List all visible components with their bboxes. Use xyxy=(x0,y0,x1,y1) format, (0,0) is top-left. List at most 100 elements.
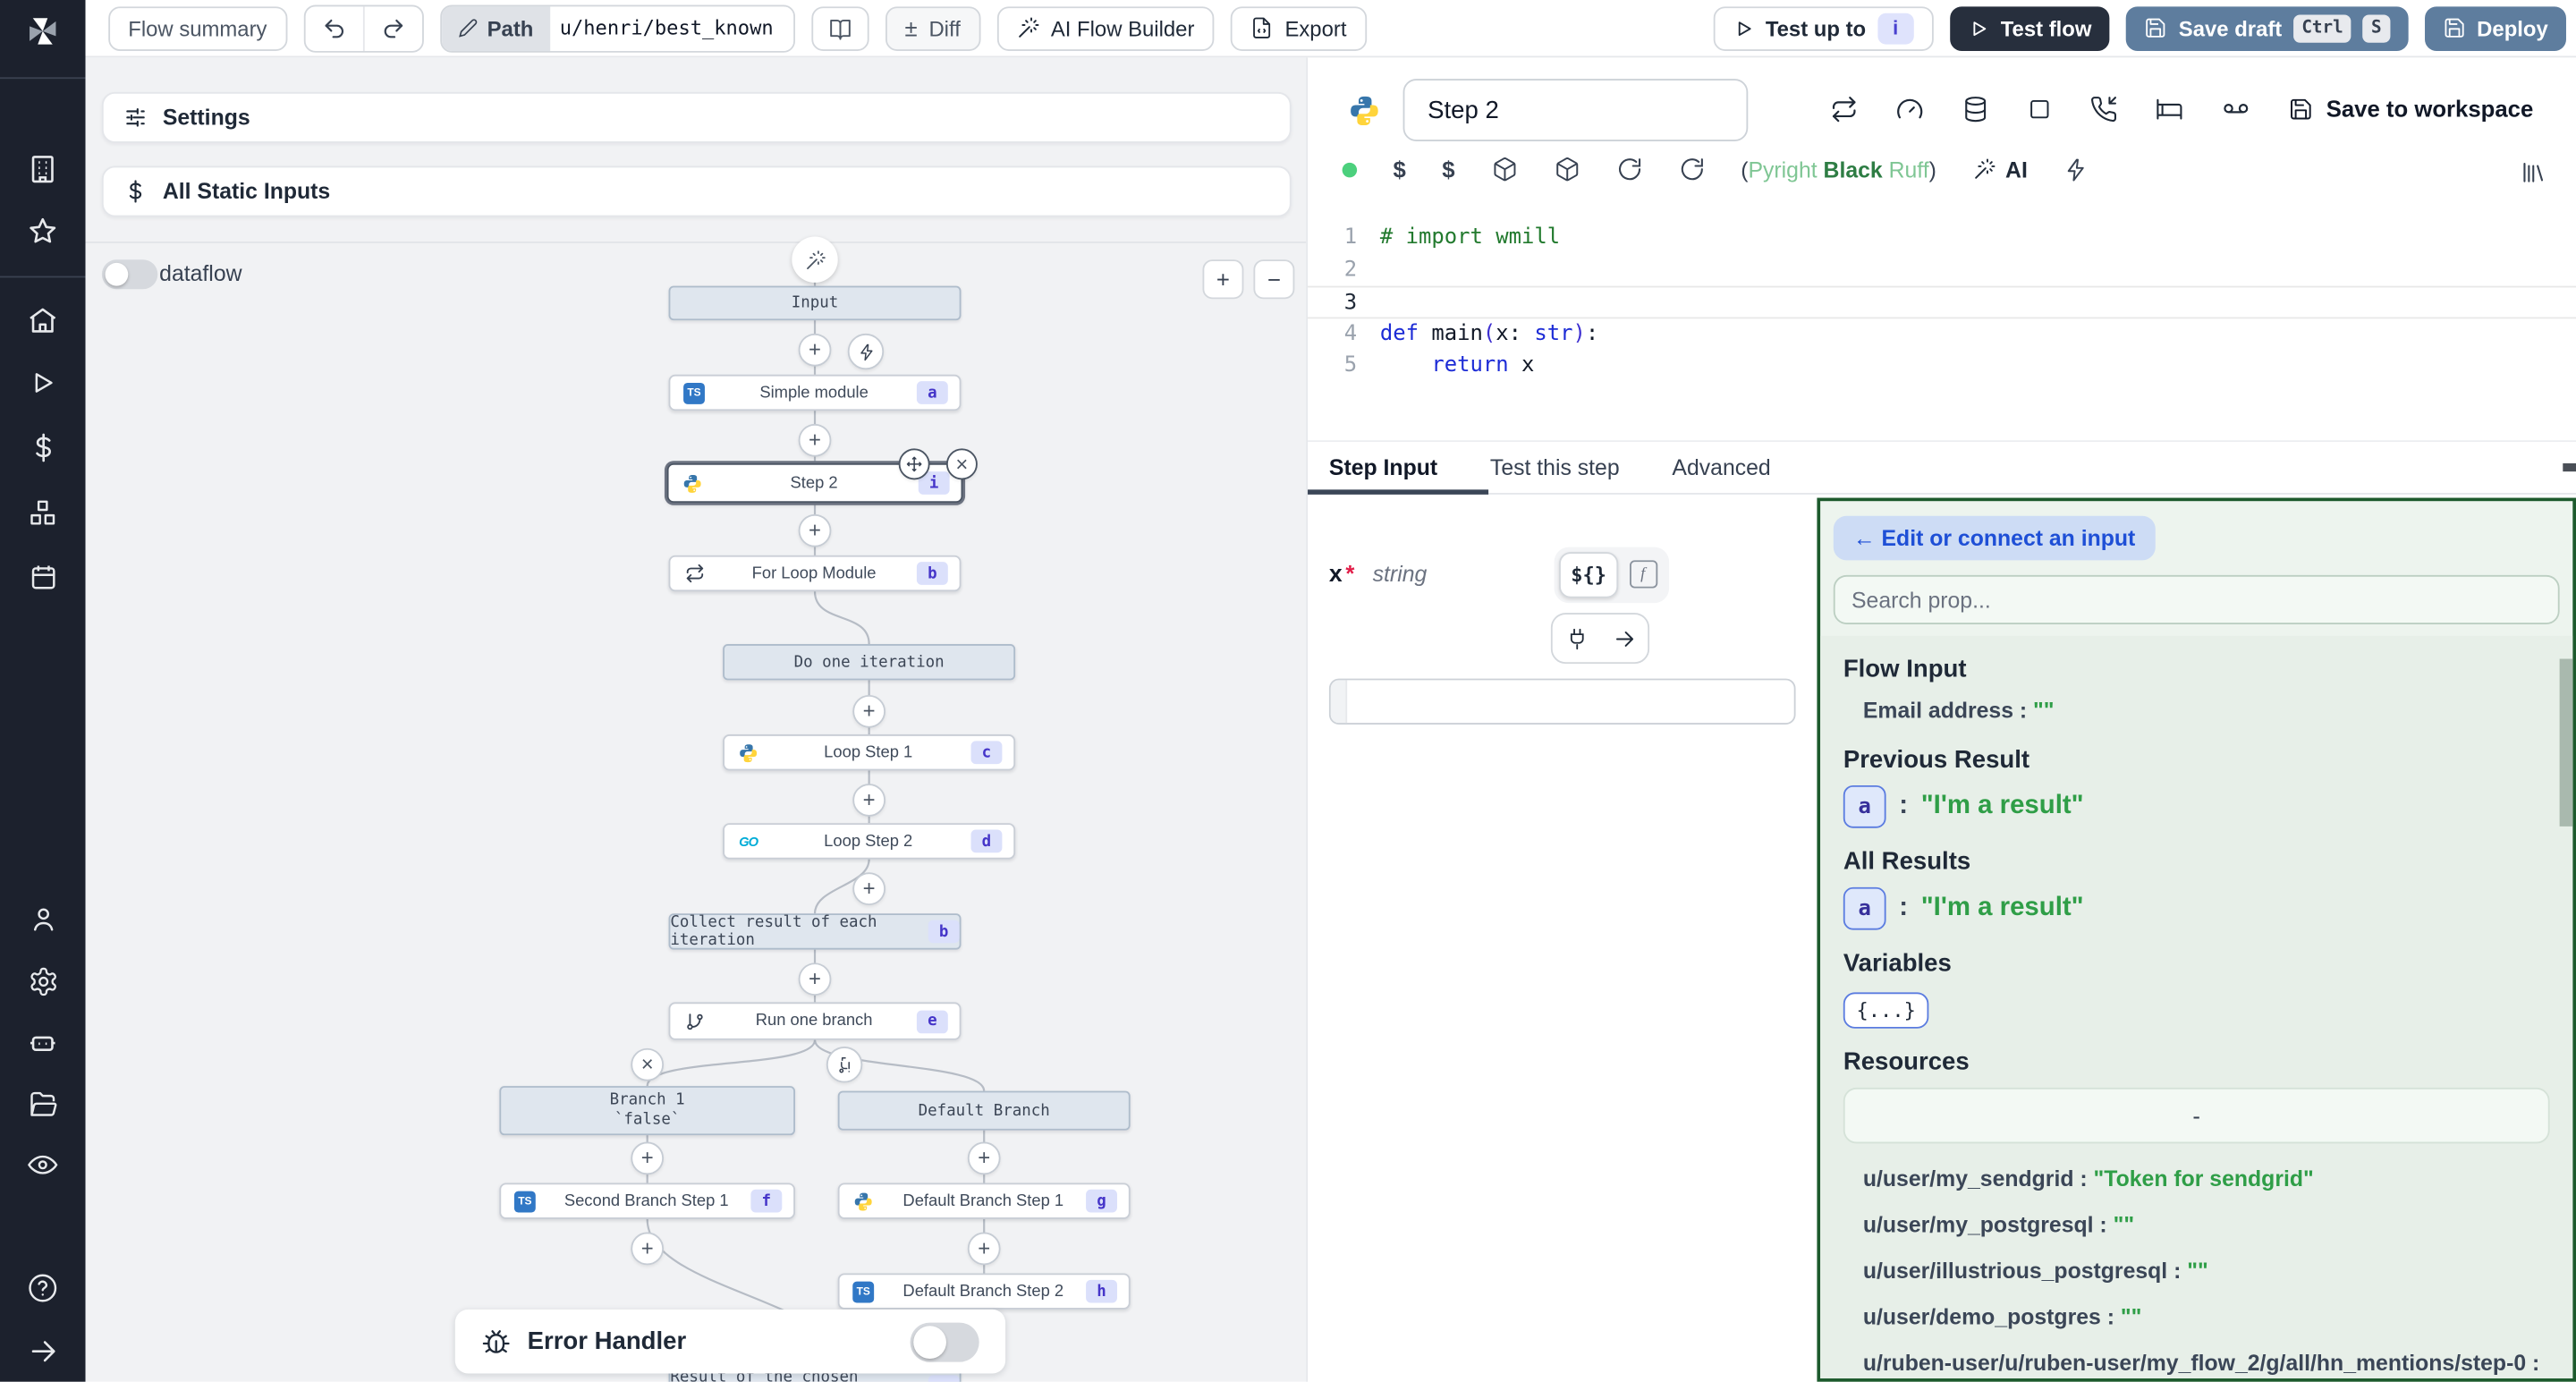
package-icon[interactable] xyxy=(1491,156,1517,182)
add-step-button[interactable] xyxy=(968,1142,1001,1175)
suspend-phone-icon[interactable] xyxy=(2089,95,2117,123)
add-step-button[interactable] xyxy=(631,1233,664,1266)
variables-chip[interactable]: {...} xyxy=(1843,992,1929,1028)
sidebar-item-schedules[interactable] xyxy=(25,558,61,594)
concurrency-gauge-icon[interactable] xyxy=(1895,95,1923,123)
flow-node-default-branch-step-1[interactable]: Default Branch Step 1 g xyxy=(838,1183,1131,1218)
add-step-button[interactable] xyxy=(968,1233,1001,1266)
search-prop-input[interactable] xyxy=(1834,575,2560,624)
early-stop-icon[interactable] xyxy=(2027,96,2052,121)
expr-mode-button[interactable]: ${} xyxy=(1559,552,1618,598)
code-line[interactable]: 1# import wmill xyxy=(1308,222,2576,254)
diff-button[interactable]: ± Diff xyxy=(885,5,979,50)
flow-summary-button[interactable]: Flow summary xyxy=(108,5,286,50)
code-line[interactable]: 2 xyxy=(1308,254,2576,286)
sidebar-item-favorites[interactable] xyxy=(25,214,61,250)
ai-flow-builder-button[interactable]: AI Flow Builder xyxy=(996,5,1214,50)
sidebar-item-settings[interactable] xyxy=(25,962,61,998)
library-icon[interactable] xyxy=(2521,159,2546,185)
prop-row[interactable]: u/user/illustrious_postgresql : "" xyxy=(1863,1255,2550,1286)
reload-icon[interactable] xyxy=(1678,156,1704,182)
all-results-row[interactable]: a : "I'm a result" xyxy=(1843,887,2550,930)
sidebar-item-variables[interactable] xyxy=(25,428,61,464)
remove-branch-button[interactable] xyxy=(631,1048,664,1081)
ai-suggest-button[interactable] xyxy=(792,236,837,282)
export-button[interactable]: Export xyxy=(1231,5,1367,50)
prop-row[interactable]: Email address : "" xyxy=(1863,695,2550,726)
add-step-button[interactable] xyxy=(852,784,886,817)
add-step-button[interactable] xyxy=(799,334,832,367)
add-step-button[interactable] xyxy=(799,514,832,547)
undo-button[interactable] xyxy=(305,5,362,50)
path-input[interactable] xyxy=(550,5,793,50)
sidebar-item-audit[interactable] xyxy=(25,1147,61,1183)
static-mode-button[interactable]: f xyxy=(1622,552,1665,595)
prop-row[interactable]: u/user/demo_postgres : "" xyxy=(1863,1301,2550,1333)
move-step-handle[interactable] xyxy=(899,448,930,479)
flow-node-second-branch-step-1[interactable]: TS Second Branch Step 1 f xyxy=(499,1183,795,1218)
flow-node-collect-result[interactable]: Collect result of each iteration b xyxy=(669,913,962,949)
sidebar-item-user[interactable] xyxy=(25,901,61,937)
add-step-button[interactable] xyxy=(852,872,886,905)
mock-voicemail-icon[interactable] xyxy=(2221,94,2250,123)
flow-node-loop-step-1[interactable]: Loop Step 1 c xyxy=(723,734,1015,770)
error-handler-toggle[interactable] xyxy=(911,1322,979,1361)
sidebar-expand-button[interactable] xyxy=(25,1333,61,1369)
add-step-button[interactable] xyxy=(631,1142,664,1175)
sidebar-item-workspace[interactable] xyxy=(25,151,61,187)
deploy-button[interactable]: Deploy xyxy=(2424,5,2566,50)
edit-or-connect-button[interactable]: ← Edit or connect an input xyxy=(1834,516,2156,561)
sidebar-item-folders[interactable] xyxy=(25,1086,61,1122)
variable-picker-icon[interactable]: $ xyxy=(1394,156,1406,182)
resource-select[interactable]: - xyxy=(1843,1088,2550,1143)
resource-picker-icon[interactable]: $ xyxy=(1442,156,1454,182)
flow-node-simple-module[interactable]: TS Simple module a xyxy=(669,375,962,411)
cache-database-icon[interactable] xyxy=(1962,95,1989,123)
apply-connection-button[interactable] xyxy=(1600,615,1648,662)
bolt-icon[interactable] xyxy=(2063,157,2089,182)
retries-icon[interactable] xyxy=(1830,95,1858,123)
code-line[interactable]: 3 xyxy=(1308,286,2576,318)
add-step-button[interactable] xyxy=(799,424,832,457)
windmill-logo-icon[interactable] xyxy=(21,10,64,53)
ai-gen-button[interactable]: AI xyxy=(1972,157,2028,182)
flow-node-run-one-branch[interactable]: Run one branch e xyxy=(669,1002,962,1039)
flow-node-for-loop[interactable]: For Loop Module b xyxy=(669,555,962,591)
scrollbar-thumb[interactable] xyxy=(2560,659,2573,827)
flow-node-default-branch[interactable]: Default Branch xyxy=(838,1091,1131,1131)
flow-node-default-branch-step-2[interactable]: TS Default Branch Step 2 h xyxy=(838,1273,1131,1309)
docs-button[interactable] xyxy=(811,5,869,50)
prop-row[interactable]: u/user/my_postgresql : "" xyxy=(1863,1209,2550,1241)
arg-value-editor[interactable] xyxy=(1329,679,1796,725)
sidebar-item-workers[interactable] xyxy=(25,1023,61,1059)
step-id-chip[interactable]: a xyxy=(1843,887,1886,930)
add-step-button[interactable] xyxy=(852,695,886,728)
sidebar-item-runs[interactable] xyxy=(25,365,61,401)
sidebar-item-help[interactable] xyxy=(25,1270,61,1306)
prop-row[interactable]: u/ruben-user/u/ruben-user/my_flow_2/g/al… xyxy=(1863,1347,2550,1378)
test-flow-button[interactable]: Test flow xyxy=(1950,5,2110,50)
save-to-workspace-button[interactable]: Save to workspace xyxy=(2288,96,2533,122)
code-line[interactable]: 4def main(x: str): xyxy=(1308,318,2576,350)
tab-advanced[interactable]: Advanced xyxy=(1672,455,1770,480)
code-line[interactable]: 5 return x xyxy=(1308,350,2576,382)
trigger-button[interactable] xyxy=(848,334,884,369)
flow-node-loop-step-2[interactable]: GO Loop Step 2 d xyxy=(723,823,1015,859)
prop-row[interactable]: u/user/my_sendgrid : "Token for sendgrid… xyxy=(1863,1163,2550,1194)
plug-button[interactable] xyxy=(1553,615,1600,662)
package-icon[interactable] xyxy=(1554,156,1580,182)
add-branch-button[interactable] xyxy=(826,1047,862,1082)
sidebar-item-resources[interactable] xyxy=(25,495,61,530)
step-name-input[interactable] xyxy=(1403,79,1749,141)
tab-step-input[interactable]: Step Input xyxy=(1329,455,1437,480)
delete-step-button[interactable] xyxy=(946,448,978,479)
sidebar-item-home[interactable] xyxy=(25,302,61,338)
code-editor[interactable]: 1# import wmill234def main(x: str):5 ret… xyxy=(1308,214,2576,449)
previous-result-row[interactable]: a : "I'm a result" xyxy=(1843,785,2550,828)
sleep-bed-icon[interactable] xyxy=(2156,95,2183,123)
add-step-button[interactable] xyxy=(799,962,832,996)
flow-node-branch-1[interactable]: Branch 1 `false` xyxy=(499,1086,795,1135)
redo-button[interactable] xyxy=(362,5,421,50)
tab-test-this-step[interactable]: Test this step xyxy=(1490,455,1620,480)
save-draft-button[interactable]: Save draft Ctrl S xyxy=(2126,5,2408,50)
